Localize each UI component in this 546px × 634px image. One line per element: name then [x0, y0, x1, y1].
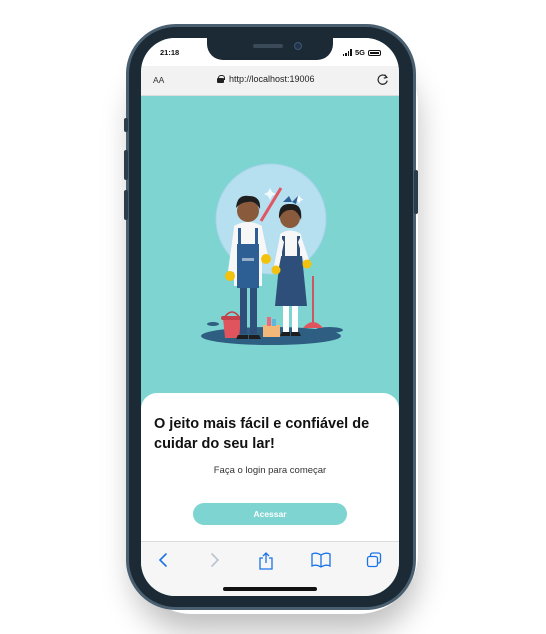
status-time: 21:18	[160, 48, 180, 57]
notch	[207, 38, 333, 60]
reload-icon[interactable]	[376, 73, 389, 86]
status-indicators: 5G	[342, 48, 381, 57]
mute-switch	[124, 118, 128, 132]
cleaning-couple-illustration	[201, 163, 343, 345]
url-display[interactable]: http://localhost:19006	[217, 74, 315, 84]
power-button	[414, 170, 418, 214]
back-icon[interactable]	[157, 552, 171, 568]
address-bar[interactable]: AA http://localhost:19006	[141, 66, 399, 96]
share-icon[interactable]	[258, 552, 274, 570]
volume-down-button	[124, 190, 128, 220]
tabs-icon[interactable]	[366, 552, 382, 568]
volume-up-button	[124, 150, 128, 180]
bookmarks-icon[interactable]	[311, 552, 331, 568]
access-button[interactable]: Acessar	[193, 503, 347, 525]
browser-toolbar	[141, 541, 399, 596]
url-text: http://localhost:19006	[229, 74, 315, 84]
signal-icon	[342, 49, 352, 56]
front-camera	[294, 42, 302, 50]
phone-screen: 21:18 5G AA http://localhost:19006 O jei…	[141, 38, 399, 596]
network-label: 5G	[354, 48, 365, 57]
headline: O jeito mais fácil e confiável de cuidar…	[154, 416, 370, 452]
login-subtitle: Faça o login para começar	[213, 465, 327, 476]
battery-icon	[368, 49, 381, 56]
hero-section	[141, 96, 399, 396]
home-indicator	[223, 587, 317, 591]
text-size-button[interactable]: AA	[153, 75, 164, 85]
lock-icon	[217, 75, 225, 83]
forward-icon[interactable]	[207, 552, 221, 568]
speaker	[253, 44, 283, 48]
login-card: O jeito mais fácil e confiável de cuidar…	[141, 393, 399, 541]
